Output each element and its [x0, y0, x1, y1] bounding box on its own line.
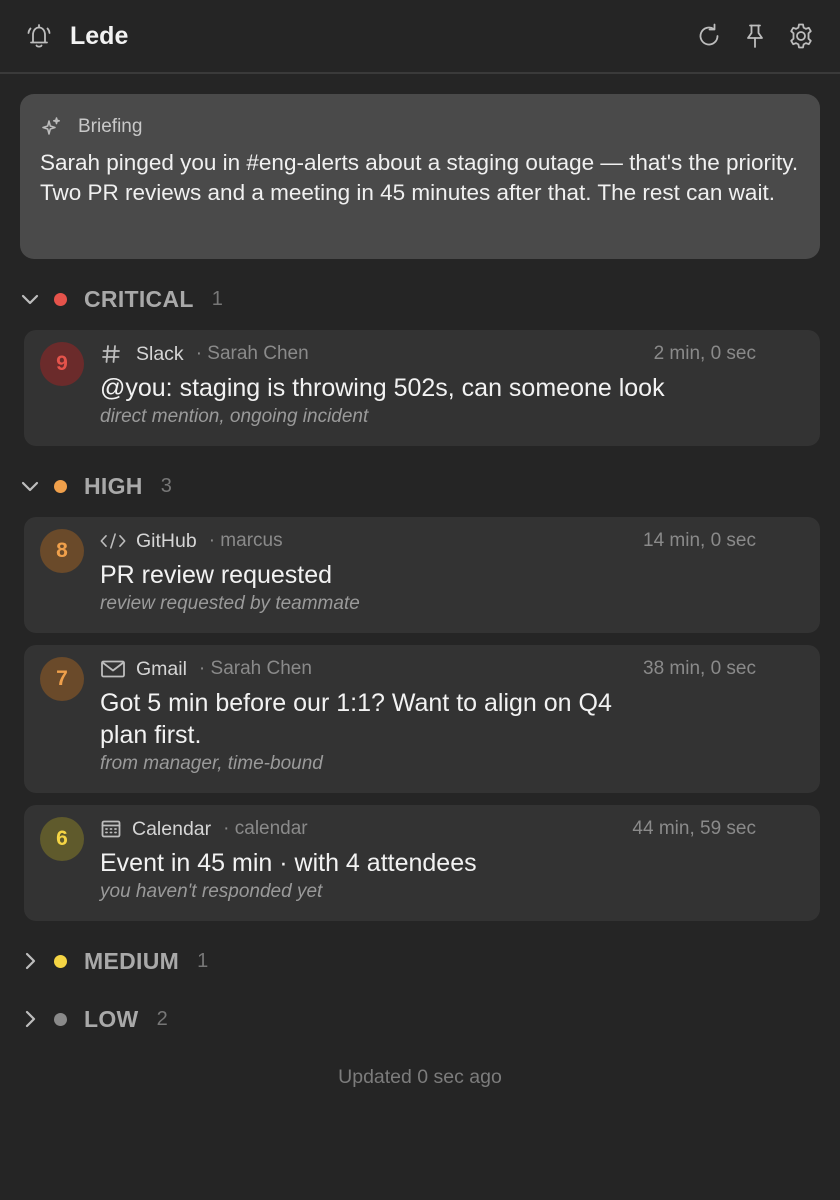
- critical-dot: [54, 292, 67, 306]
- priority-reason: direct mention, ongoing incident: [100, 406, 369, 427]
- section-label: MEDIUM: [84, 947, 180, 974]
- code-icon: [100, 530, 126, 552]
- low-dot: [54, 1012, 67, 1026]
- briefing-card: Briefing Sarah pinged you in #eng-alerts…: [20, 94, 820, 259]
- updated-status: Updated 0 sec ago: [338, 1066, 502, 1088]
- notification-card-gmail[interactable]: 7 Gmail · Sarah Chen 38 min, 0 sec Got 5…: [24, 645, 820, 793]
- notification-card-calendar[interactable]: 6 Calendar · calendar 44 min, 59 sec Eve…: [24, 805, 820, 921]
- source-name: GitHub: [136, 529, 197, 552]
- section-count: 3: [160, 474, 172, 497]
- gear-icon[interactable]: [786, 21, 816, 51]
- message-text: PR review requested: [100, 561, 333, 589]
- section-high-header[interactable]: HIGH 3: [0, 466, 840, 506]
- app-window: Lede Briefing Sarah pinged you in #eng-a…: [0, 0, 840, 1200]
- section-medium-header[interactable]: MEDIUM 1: [0, 941, 840, 981]
- source-name: Slack: [136, 342, 184, 365]
- chevron-right-icon: [20, 1009, 40, 1029]
- card-meta: Slack · Sarah Chen 2 min, 0 sec: [100, 342, 804, 366]
- notification-card-slack[interactable]: 9 Slack · Sarah Chen 2 min, 0 sec @you: …: [24, 330, 820, 446]
- sender-name: · calendar: [223, 818, 308, 839]
- elapsed-time: 44 min, 59 sec: [632, 818, 756, 839]
- notification-card-github[interactable]: 8 GitHub · marcus 14 min, 0 sec PR revie…: [24, 517, 820, 633]
- briefing-header: Briefing: [40, 114, 800, 140]
- priority-score-badge: 6: [40, 817, 84, 861]
- hash-icon: [100, 343, 126, 365]
- priority-score-badge: 8: [40, 529, 84, 573]
- pin-icon[interactable]: [740, 21, 770, 51]
- mail-icon: [100, 658, 126, 680]
- priority-reason: from manager, time-bound: [100, 753, 323, 774]
- sender-name: · Sarah Chen: [195, 343, 309, 364]
- section-label: HIGH: [84, 472, 143, 499]
- app-title: Lede: [70, 21, 129, 50]
- calendar-icon: [100, 818, 122, 840]
- section-label: LOW: [84, 1005, 139, 1032]
- card-meta: Gmail · Sarah Chen 38 min, 0 sec: [100, 657, 804, 681]
- chevron-down-icon: [20, 289, 40, 309]
- source-name: Gmail: [136, 657, 187, 680]
- card-meta: GitHub · marcus 14 min, 0 sec: [100, 529, 804, 553]
- section-count: 2: [156, 1007, 168, 1030]
- briefing-text: Sarah pinged you in #eng-alerts about a …: [40, 150, 799, 205]
- priority-score-badge: 7: [40, 657, 84, 701]
- sparkles-icon: [42, 117, 61, 135]
- sender-name: · marcus: [208, 530, 283, 551]
- priority-score-badge: 9: [40, 342, 84, 386]
- message-text: Got 5 min before our 1:1? Want to align …: [100, 689, 612, 749]
- elapsed-time: 14 min, 0 sec: [643, 530, 756, 551]
- section-critical-header[interactable]: CRITICAL 1: [0, 279, 840, 319]
- card-meta: Calendar · calendar 44 min, 59 sec: [100, 817, 804, 841]
- message-text: Event in 45 min · with 4 attendees: [100, 849, 477, 877]
- chevron-right-icon: [20, 951, 40, 971]
- elapsed-time: 2 min, 0 sec: [653, 343, 756, 364]
- header-bar: Lede: [0, 0, 840, 74]
- medium-dot: [54, 954, 67, 968]
- priority-reason: review requested by teammate: [100, 593, 360, 614]
- sender-name: · Sarah Chen: [198, 658, 312, 679]
- section-label: CRITICAL: [84, 285, 194, 312]
- high-dot: [54, 479, 67, 493]
- briefing-label: Briefing: [78, 116, 143, 137]
- elapsed-time: 38 min, 0 sec: [643, 658, 756, 679]
- source-name: Calendar: [132, 817, 212, 840]
- section-low-header[interactable]: LOW 2: [0, 999, 840, 1039]
- refresh-icon[interactable]: [694, 21, 724, 51]
- section-count: 1: [211, 287, 223, 310]
- chevron-down-icon: [20, 476, 40, 496]
- priority-reason: you haven't responded yet: [100, 881, 323, 902]
- section-count: 1: [197, 949, 209, 972]
- bell-icon: [27, 24, 51, 48]
- message-text: @you: staging is throwing 502s, can some…: [100, 374, 665, 402]
